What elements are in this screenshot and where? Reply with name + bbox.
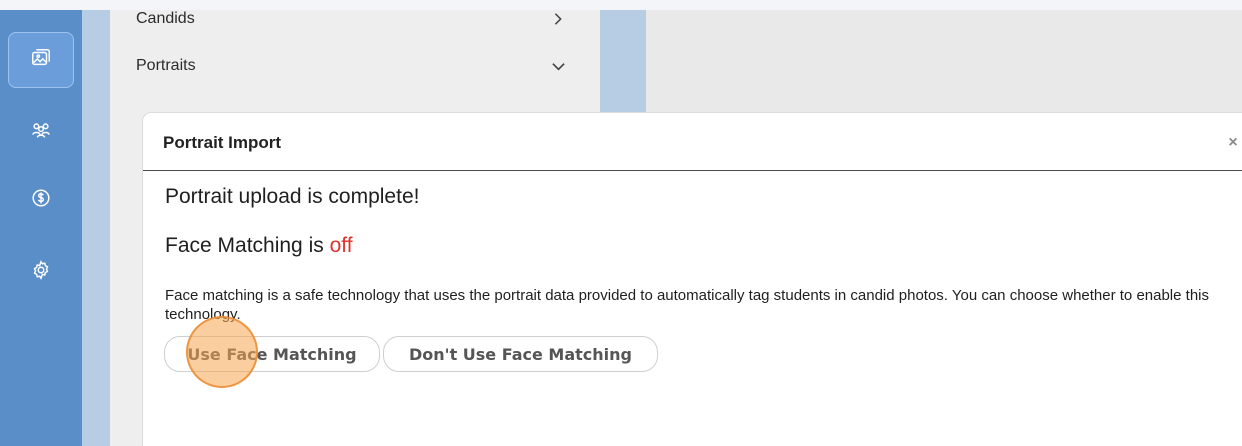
face-matching-description: Face matching is a safe technology that … xyxy=(165,287,1209,323)
gear-icon xyxy=(30,259,52,286)
chevron-down-icon xyxy=(550,58,566,74)
nav-photos-button[interactable] xyxy=(8,32,74,88)
dont-use-face-matching-button[interactable]: Don't Use Face Matching xyxy=(383,336,658,372)
modal-title: Portrait Import xyxy=(163,133,282,152)
face-matching-status: off xyxy=(329,234,353,257)
portrait-import-modal: Portrait Import × Portrait upload is com… xyxy=(143,113,1242,446)
chevron-right-icon xyxy=(550,11,566,27)
list-item-portraits[interactable]: Portraits xyxy=(136,54,566,78)
list-item-candids[interactable]: Candids xyxy=(136,7,566,31)
list-item-label: Portraits xyxy=(136,57,196,74)
face-matching-prefix: Face Matching is xyxy=(165,234,330,257)
left-nav-rail xyxy=(0,10,82,446)
close-icon[interactable]: × xyxy=(1225,134,1241,151)
nav-payments-button[interactable] xyxy=(8,172,74,228)
upload-complete-heading: Portrait upload is complete! xyxy=(165,185,420,208)
nav-settings-button[interactable] xyxy=(8,244,74,300)
modal-header: Portrait Import × xyxy=(143,113,1242,171)
use-face-matching-button[interactable]: Use Face Matching xyxy=(164,336,380,372)
app-root: Candids Portraits Portrait Import × Port… xyxy=(0,0,1242,446)
nav-people-button[interactable] xyxy=(8,104,74,160)
face-matching-status-heading: Face Matching is off xyxy=(165,234,353,258)
secondary-rail xyxy=(82,10,110,446)
dollar-icon xyxy=(30,187,52,214)
photos-icon xyxy=(30,47,52,74)
people-icon xyxy=(30,119,52,146)
list-item-label: Candids xyxy=(136,10,195,27)
